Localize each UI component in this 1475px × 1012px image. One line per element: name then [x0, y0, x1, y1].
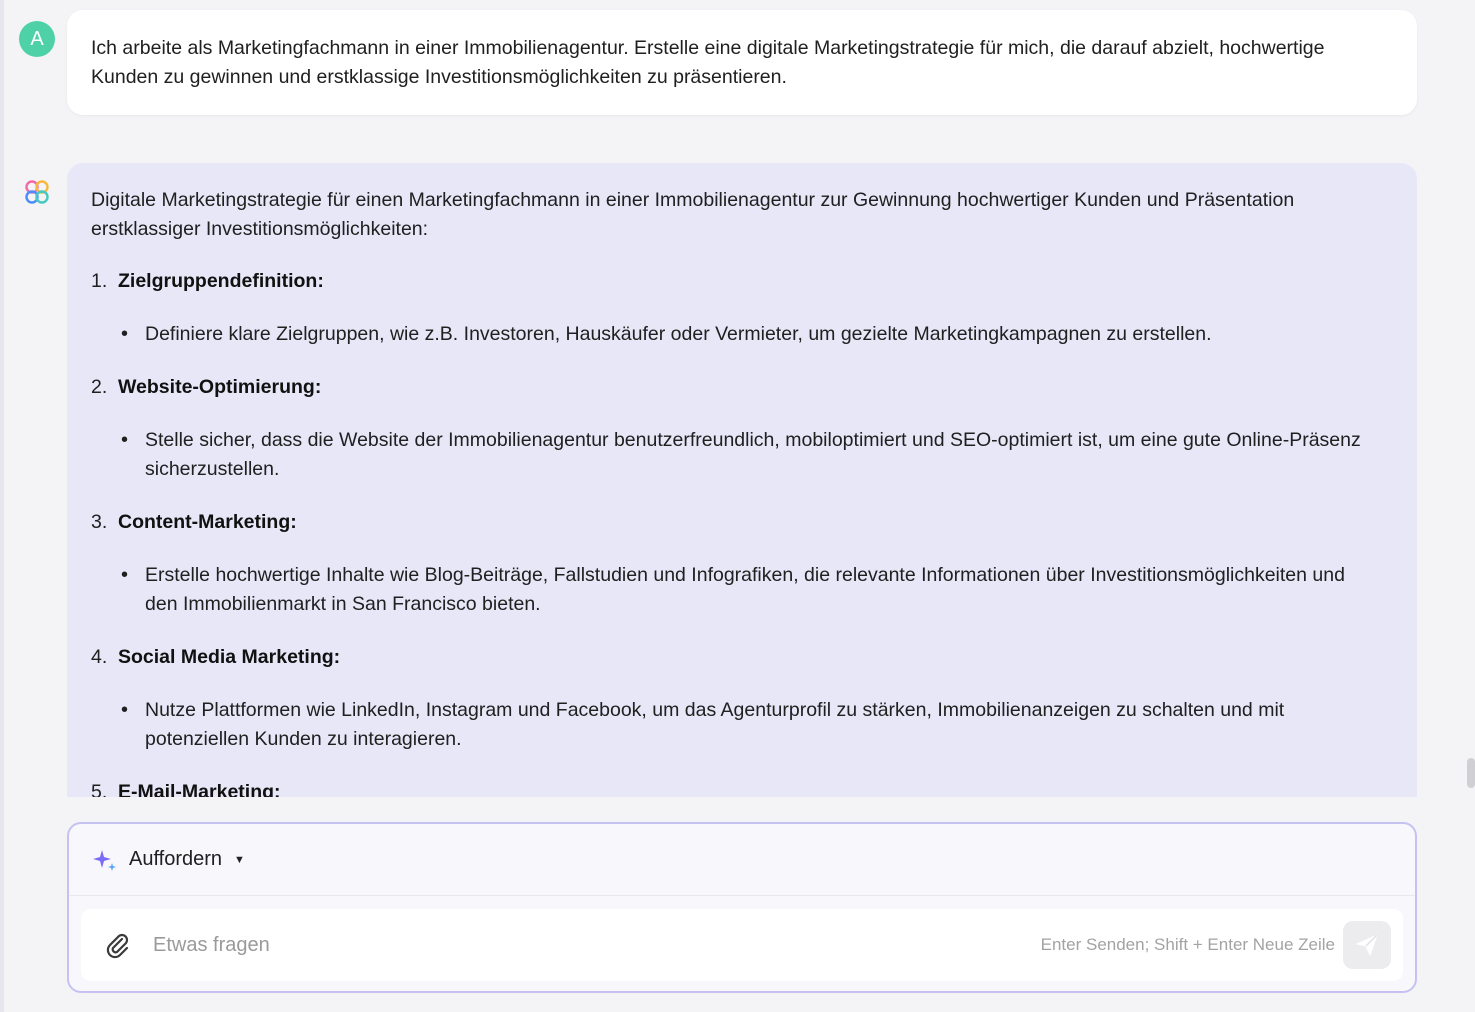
section-number: 1. [91, 270, 108, 292]
scrollbar-thumb[interactable] [1467, 758, 1475, 788]
bullet-text: Nutze Plattformen wie LinkedIn, Instagra… [145, 699, 1285, 750]
user-avatar: A [19, 21, 55, 57]
send-button[interactable] [1343, 921, 1391, 969]
message-input[interactable]: Etwas fragen Enter Senden; Shift + Enter… [81, 909, 1403, 981]
section-1-title: 1. Zielgruppendefinition: [91, 267, 1393, 296]
sparkle-icon [93, 849, 116, 871]
section-number: 2. [91, 376, 108, 398]
chat-area[interactable]: A Ich arbeite als Marketingfachmann in e… [0, 0, 1475, 797]
section-2-bullet: • Stelle sicher, dass die Website der Im… [91, 426, 1393, 484]
section-heading: Social Media Marketing: [118, 646, 341, 668]
paperclip-icon[interactable] [103, 930, 133, 960]
send-icon [1355, 934, 1378, 957]
user-message: Ich arbeite als Marketingfachmann in ein… [67, 10, 1417, 115]
section-1-bullet: • Definiere klare Zielgruppen, wie z.B. … [91, 320, 1393, 349]
bot-logo-icon [25, 180, 49, 204]
section-number: 4. [91, 646, 108, 668]
mode-label: Auffordern [129, 848, 223, 870]
bullet-dot-icon: • [121, 564, 129, 586]
bullet-text: Stelle sicher, dass die Website der Immo… [145, 429, 1361, 480]
section-number: 3. [91, 511, 108, 533]
bullet-dot-icon: • [121, 699, 129, 721]
composer: Auffordern ▼ Etwas fragen Enter Senden; … [67, 822, 1417, 993]
section-4-title: 4. Social Media Marketing: [91, 643, 1393, 672]
assistant-intro: Digitale Marketingstrategie für einen Ma… [91, 189, 1295, 240]
user-message-text: Ich arbeite als Marketingfachmann in ein… [91, 37, 1325, 88]
bullet-text: Erstelle hochwertige Inhalte wie Blog-Be… [145, 564, 1345, 615]
assistant-message: Digitale Marketingstrategie für einen Ma… [67, 163, 1417, 797]
section-2-title: 2. Website-Optimierung: [91, 373, 1393, 402]
bullet-dot-icon: • [121, 429, 129, 451]
section-heading: E-Mail-Marketing: [118, 781, 281, 797]
section-5-title: 5. E-Mail-Marketing: [91, 778, 1393, 797]
section-3-title: 3. Content-Marketing: [91, 508, 1393, 537]
mode-selector[interactable]: Auffordern ▼ [69, 824, 1415, 896]
section-heading: Content-Marketing: [118, 511, 297, 533]
caret-down-icon: ▼ [234, 853, 245, 866]
input-placeholder: Etwas fragen [153, 933, 270, 956]
section-heading: Zielgruppendefinition: [118, 270, 324, 292]
section-3-bullet: • Erstelle hochwertige Inhalte wie Blog-… [91, 561, 1393, 619]
section-number: 5. [91, 781, 108, 797]
section-4-bullet: • Nutze Plattformen wie LinkedIn, Instag… [91, 696, 1393, 754]
send-hint: Enter Senden; Shift + Enter Neue Zeile [1040, 935, 1335, 954]
bullet-text: Definiere klare Zielgruppen, wie z.B. In… [145, 323, 1212, 345]
bullet-dot-icon: • [121, 323, 129, 345]
section-heading: Website-Optimierung: [118, 376, 322, 398]
